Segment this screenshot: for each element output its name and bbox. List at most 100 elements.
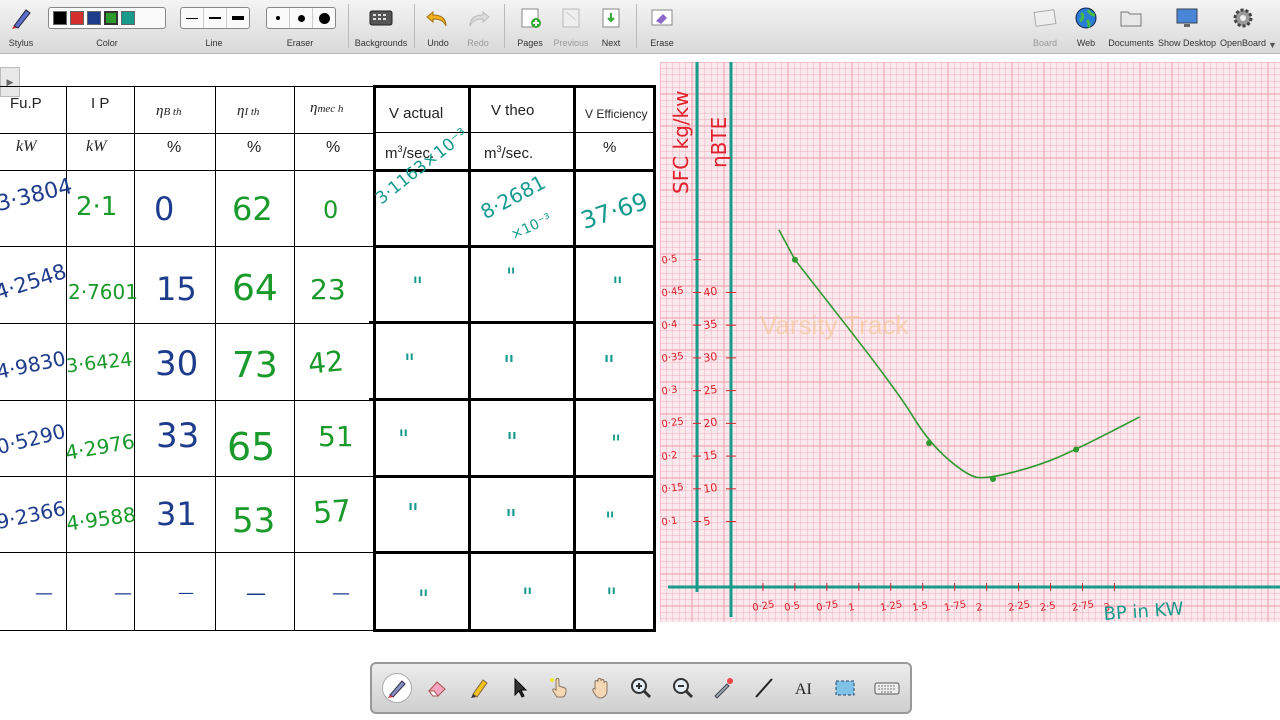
erase-label: Erase [650,38,674,48]
pages-button[interactable]: Pages [510,0,550,54]
data-point [791,256,798,263]
header-eta-mech: ηmec h [310,100,343,117]
cell-v-actual: " [404,349,416,377]
line-thick-button[interactable] [227,8,249,28]
eraser-label: Eraser [286,38,314,48]
hand-tool-button[interactable] [586,673,616,703]
color-palette [48,7,166,29]
unit-ip: kW [86,138,107,155]
table-line [653,85,656,632]
cell-ith: 62 [232,190,273,228]
board-button[interactable]: Board [1026,0,1064,54]
color-swatch-teal[interactable] [121,11,135,25]
cell-v-eff: " [612,272,624,300]
cell-ip: — [114,583,132,604]
text-tool-button[interactable]: AI [790,673,820,703]
unit-v-theo-base: m [484,145,497,162]
eraser-tool-button[interactable] [422,673,452,703]
table-line [0,170,374,171]
sfc-tick-label: 0·4 [661,319,678,332]
line-group: Line [178,0,250,54]
color-swatch-red[interactable] [70,11,84,25]
zoom-out-button[interactable] [668,673,698,703]
table-line [369,321,656,324]
stylus-tool[interactable]: Stylus [2,0,40,54]
board-label: Board [1032,38,1058,48]
cell-v-actual: 3·1163×10⁻³ [372,124,472,209]
line-thin-button[interactable] [181,8,204,28]
select-tool-button[interactable] [504,673,534,703]
laser-pointer-button[interactable] [708,673,738,703]
erase-button[interactable]: Erase [642,0,682,54]
table-line [0,133,374,134]
header-fup: Fu.P [10,95,42,112]
header-eta-bth-sub: B th [163,106,182,118]
show-desktop-label: Show Desktop [1158,38,1217,48]
zoom-out-icon [673,678,694,699]
header-v-efficiency: V Efficiency [585,107,648,121]
unit-ith: % [247,139,262,156]
cell-bth: 30 [155,344,199,384]
cursor-arrow-icon [514,677,528,698]
cell-v-eff: " [606,583,618,611]
capture-tool-button[interactable] [830,673,860,703]
eraser-large-button[interactable] [313,8,335,28]
virtual-keyboard-button[interactable] [872,673,902,703]
sfc-tick-label: 0·1 [661,515,678,528]
documents-label: Documents [1108,38,1154,48]
interact-tool-button[interactable] [544,673,574,703]
eta-tick-label: 25 [703,383,719,398]
openboard-button[interactable]: OpenBoard [1218,0,1268,54]
cell-v-eff: " [611,432,622,457]
toolbar-divider [414,4,415,48]
table-line [0,476,374,477]
pen-tool-button[interactable] [382,673,412,703]
cell-ip: 4·9588 [64,502,138,536]
eta-tick-label: 10 [703,481,719,496]
next-button[interactable]: Next [592,0,630,54]
table-line [373,132,656,133]
color-swatch-black[interactable] [53,11,67,25]
line-tool-button[interactable] [749,673,779,703]
color-swatch-blue[interactable] [87,11,101,25]
documents-button[interactable]: Documents [1106,0,1156,54]
stylus-label: Stylus [8,38,34,48]
backgrounds-button[interactable]: Backgrounds [352,0,410,54]
previous-button[interactable]: Previous [552,0,590,54]
color-swatch-green[interactable] [104,11,118,25]
y-label-sfc: SFC kg/kw [669,91,693,194]
unit-mech: % [326,139,341,156]
left-panel-toggle[interactable]: ▶ [0,67,20,97]
pen-icon [388,680,406,698]
laser-pointer-icon [714,678,733,699]
cell-v-theo: " [522,583,534,611]
show-desktop-button[interactable]: Show Desktop [1158,0,1216,54]
cell-v-actual: " [407,499,419,529]
cell-mech: — [332,583,350,604]
eraser-small-button[interactable] [267,8,290,28]
highlighter-tool-button[interactable] [464,673,494,703]
eta-tick-label: 20 [703,416,719,431]
undo-button[interactable]: Undo [420,0,456,54]
cell-ip: 4·2976 [63,429,137,465]
cell-ip: 2·1 [76,192,118,222]
undo-label: Undo [427,38,449,48]
unit-fup: kW [16,138,37,155]
cell-mech: 23 [310,273,346,306]
eta-tick-label: 30 [703,350,719,365]
previous-label: Previous [553,38,589,48]
color-label: Color [96,38,118,48]
cell-fup: 4·2548 [0,259,70,305]
web-button[interactable]: Web [1068,0,1104,54]
cell-fup: 9·2366 [0,495,68,535]
openboard-dropdown-icon[interactable]: ▼ [1268,40,1277,50]
web-label: Web [1076,38,1096,48]
table-line [373,85,376,632]
line-medium-button[interactable] [204,8,227,28]
board-icon [1033,9,1057,27]
eraser-medium-button[interactable] [290,8,313,28]
eta-tick-label: 40 [703,285,719,300]
redo-button[interactable]: Redo [460,0,496,54]
cell-v-eff: 37·69 [577,187,652,235]
zoom-in-button[interactable] [626,673,656,703]
